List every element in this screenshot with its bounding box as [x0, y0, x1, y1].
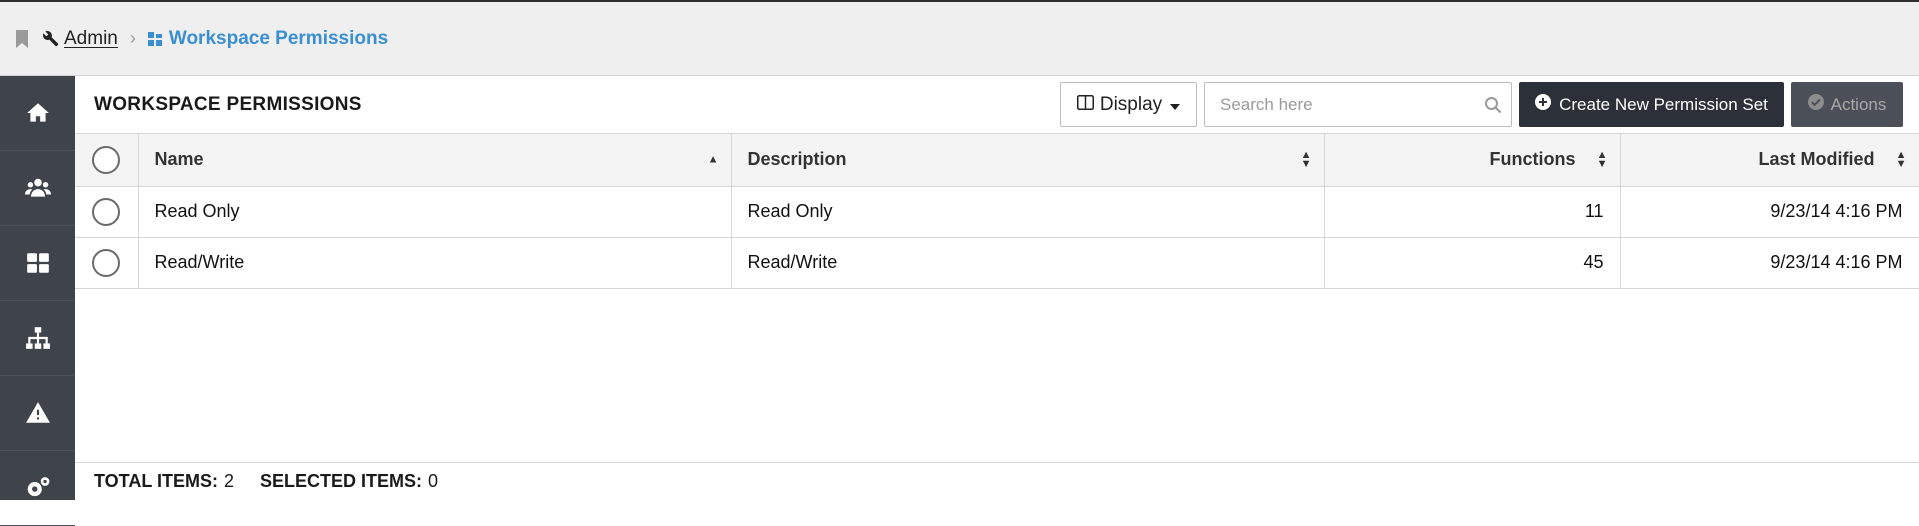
- column-description-label: Description: [747, 149, 847, 170]
- toolbar: WORKSPACE PERMISSIONS Display Create New…: [75, 76, 1919, 134]
- select-all-radio[interactable]: [92, 145, 121, 174]
- search-input[interactable]: [1205, 93, 1475, 116]
- total-items-label: TOTAL ITEMS:: [94, 471, 218, 491]
- row-select-radio[interactable]: [92, 197, 121, 226]
- breadcrumb: Admin › Workspace Permissions: [0, 0, 1919, 76]
- nav-item-dashboard[interactable]: [0, 226, 75, 301]
- row-select-cell: [75, 236, 139, 289]
- total-items-value: 2: [224, 471, 235, 491]
- sort-icon: ▲ ▼: [1895, 148, 1907, 170]
- plus-circle-icon: [1535, 94, 1552, 115]
- nav-item-users[interactable]: [0, 151, 75, 226]
- sort-ascending-icon: ▲: [707, 153, 719, 166]
- create-label: Create New Permission Set: [1559, 94, 1768, 114]
- column-last-modified-label: Last Modified: [1758, 149, 1875, 170]
- main-panel: WORKSPACE PERMISSIONS Display Create New…: [75, 76, 1919, 500]
- breadcrumb-admin-label: Admin: [64, 27, 118, 49]
- workspace-icon: [147, 31, 162, 46]
- row-select-radio[interactable]: [92, 248, 121, 277]
- home-icon: [26, 103, 49, 122]
- cell-last-modified: 9/23/14 4:16 PM: [1619, 236, 1919, 289]
- bookmark-icon[interactable]: [14, 29, 30, 49]
- breadcrumb-current: Workspace Permissions: [147, 27, 389, 50]
- cell-description: Read/Write: [730, 236, 1325, 289]
- dashboard-icon: [26, 253, 49, 273]
- check-circle-icon: [1807, 94, 1824, 115]
- cell-name: Read/Write: [137, 236, 732, 289]
- sort-icon: ▲ ▼: [1596, 148, 1608, 170]
- cell-last-modified: 9/23/14 4:16 PM: [1619, 186, 1919, 238]
- search-icon[interactable]: [1475, 96, 1511, 114]
- column-functions-label: Functions: [1489, 149, 1576, 170]
- breadcrumb-current-label: Workspace Permissions: [168, 27, 389, 49]
- users-icon: [24, 178, 51, 197]
- select-all-cell: [75, 134, 139, 187]
- cell-functions: 45: [1323, 236, 1621, 289]
- actions-button[interactable]: Actions: [1791, 82, 1903, 127]
- search-box: [1204, 82, 1512, 127]
- create-permission-set-button[interactable]: Create New Permission Set: [1519, 82, 1784, 127]
- breadcrumb-separator: ›: [129, 28, 136, 48]
- columns-icon: [1076, 94, 1094, 116]
- column-header-last-modified[interactable]: Last Modified ▲ ▼: [1619, 134, 1919, 187]
- column-header-name[interactable]: Name ▲: [137, 134, 732, 187]
- selected-items-label: SELECTED ITEMS:: [260, 471, 423, 491]
- selected-items-value: 0: [428, 471, 439, 491]
- column-header-description[interactable]: Description ▲ ▼: [730, 134, 1325, 187]
- sort-icon: ▲ ▼: [1300, 148, 1312, 170]
- table-footer: TOTAL ITEMS: 2 SELECTED ITEMS: 0: [75, 462, 1919, 500]
- cell-name: Read Only: [137, 186, 732, 238]
- column-header-functions[interactable]: Functions ▲ ▼: [1323, 134, 1621, 187]
- nav-item-settings[interactable]: [0, 451, 75, 526]
- cell-functions: 11: [1323, 186, 1621, 238]
- nav-item-alerts[interactable]: [0, 376, 75, 451]
- sidebar-nav: [0, 76, 75, 526]
- table-row[interactable]: Read Only Read Only 11 9/23/14 4:16 PM: [75, 186, 1919, 238]
- table-row[interactable]: Read/Write Read/Write 45 9/23/14 4:16 PM: [75, 236, 1919, 289]
- page-title: WORKSPACE PERMISSIONS: [94, 94, 362, 115]
- breadcrumb-admin-link[interactable]: Admin: [42, 28, 118, 50]
- permissions-table: Name ▲ Description ▲ ▼ Functions ▲ ▼ Last …: [75, 134, 1919, 289]
- nav-item-home[interactable]: [0, 76, 75, 151]
- actions-label: Actions: [1830, 94, 1887, 114]
- gears-icon: [27, 477, 49, 497]
- cell-description: Read Only: [730, 186, 1325, 238]
- warning-icon: [25, 402, 50, 423]
- row-select-cell: [75, 186, 139, 238]
- display-label: Display: [1099, 93, 1163, 115]
- hierarchy-icon: [25, 327, 50, 349]
- table-header-row: Name ▲ Description ▲ ▼ Functions ▲ ▼ Last …: [75, 134, 1919, 187]
- wrench-icon: [42, 30, 59, 47]
- display-button[interactable]: Display: [1060, 82, 1197, 127]
- column-name-label: Name: [154, 149, 204, 170]
- caret-down-icon: [1170, 94, 1181, 116]
- nav-item-hierarchy[interactable]: [0, 301, 75, 376]
